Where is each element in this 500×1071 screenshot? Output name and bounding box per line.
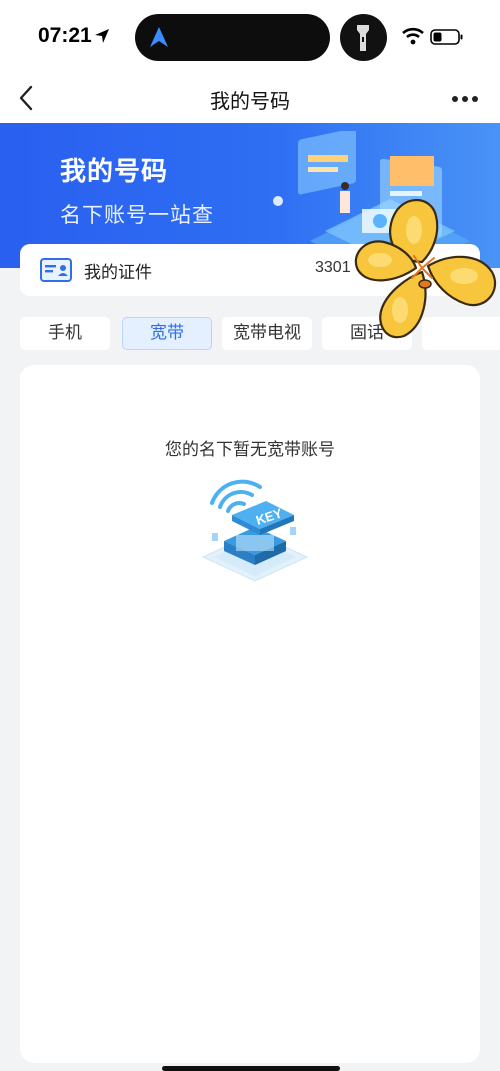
tab-broadband[interactable]: 宽带 [122,317,212,350]
wifi-icon [402,27,424,45]
tab-broadband-tv[interactable]: 宽带电视 [222,317,312,350]
flower-sticker [354,199,497,339]
id-card-icon [40,258,72,282]
status-time: 07:21 [38,24,92,47]
empty-state-message: 您的名下暂无宽带账号 [165,440,335,460]
status-bar: 07:21 [0,0,500,75]
more-dots-icon[interactable] [450,89,480,109]
banner-title: 我的号码 [60,157,169,187]
banner-subtitle: 名下账号一站查 [60,203,214,227]
broadband-key-illustration: KEY [201,479,309,582]
tab-mobile[interactable]: 手机 [20,317,110,350]
location-arrow-icon [95,29,109,43]
battery-icon [430,29,463,45]
navigation-header: 我的号码 [0,75,500,123]
page-title: 我的号码 [210,89,290,113]
id-card-number: 3301 [315,259,351,276]
id-card-label: 我的证件 [84,263,152,283]
content-panel: 您的名下暂无宽带账号 KEY [20,365,480,1063]
home-indicator [162,1066,340,1071]
flashlight-icon [357,25,369,51]
navigation-arrow-icon [150,27,168,47]
